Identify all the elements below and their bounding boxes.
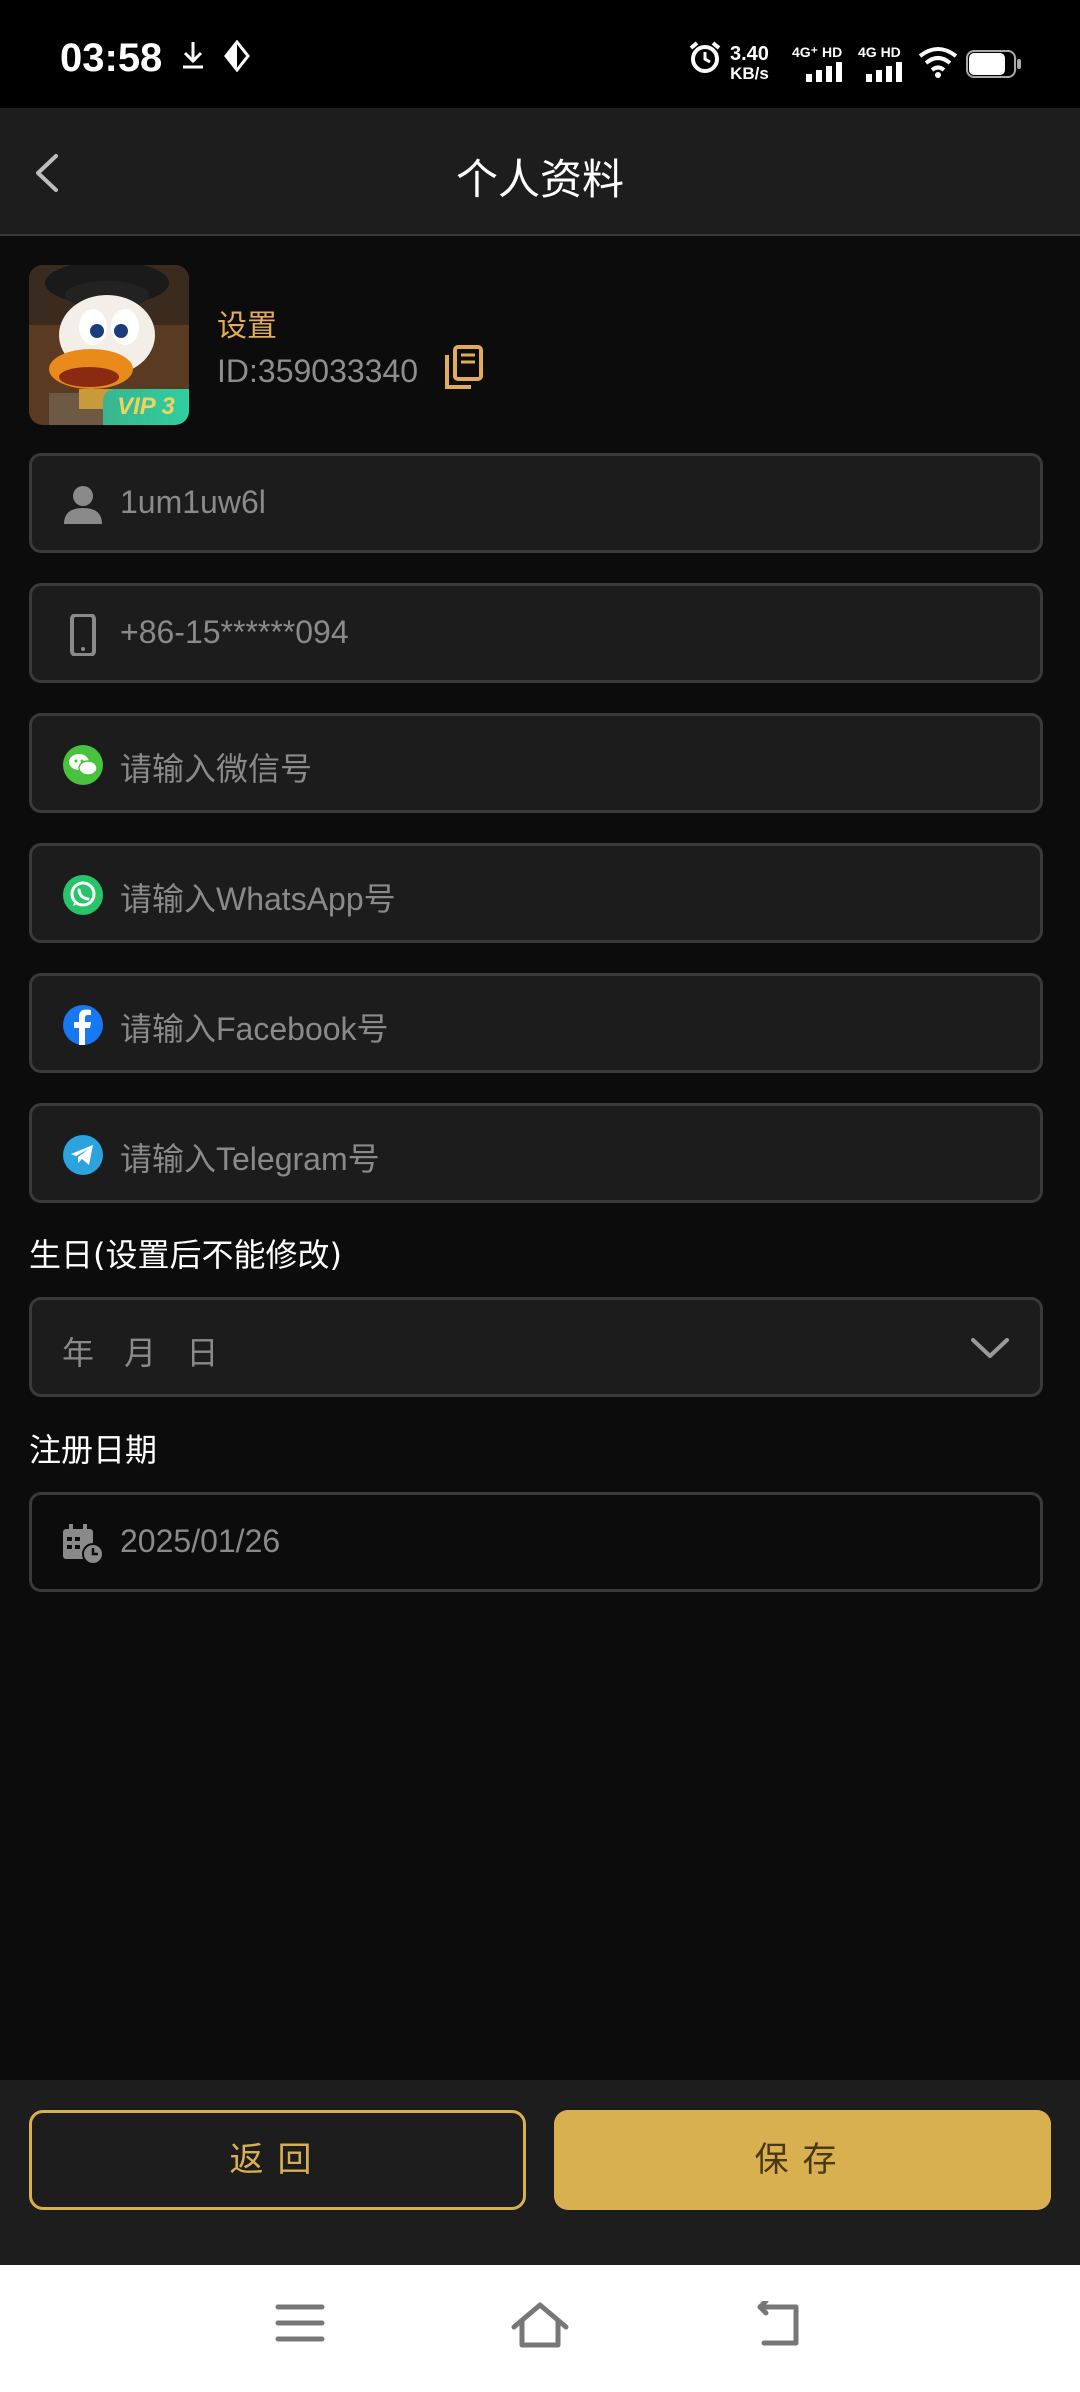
home-icon[interactable] — [510, 2301, 570, 2349]
facebook-input: 请输入Facebook号 — [120, 1011, 389, 1047]
birthday-select[interactable]: 年 月 日 — [29, 1297, 1043, 1397]
register-date-field: 2025/01/26 — [29, 1492, 1043, 1592]
wechat-input: 请输入微信号 — [120, 751, 313, 787]
page-title: 个人资料 — [455, 155, 624, 204]
back-button[interactable]: 返回 — [29, 2110, 526, 2210]
avatar[interactable]: VIP 3 — [29, 265, 189, 425]
signal-icon-2 — [866, 62, 902, 82]
phone-value: +86-15******094 — [120, 614, 349, 650]
profile-summary: VIP 3 设置 ID:359033340 — [29, 265, 1029, 425]
phone-icon — [70, 614, 96, 656]
whatsapp-icon — [63, 875, 103, 915]
nickname[interactable]: 设置 — [217, 301, 277, 345]
facebook-icon — [63, 1005, 103, 1045]
status-bar: 03:58 3.40 KB/s 4G⁺ HD 4G HD — [0, 0, 1080, 108]
register-label: 注册日期 — [29, 1431, 158, 1469]
copy-icon[interactable] — [443, 345, 485, 391]
chevron-down-icon — [971, 1338, 1009, 1358]
network-label-1: 4G⁺ HD — [792, 44, 843, 60]
calendar-icon — [63, 1524, 104, 1565]
status-time: 03:58 — [60, 36, 163, 80]
network-speed: 3.40 KB/s — [730, 43, 769, 83]
battery-icon — [966, 50, 1021, 78]
telegram-input: 请输入Telegram号 — [120, 1141, 380, 1177]
wechat-field[interactable]: 请输入微信号 — [29, 713, 1043, 813]
phone-field[interactable]: +86-15******094 — [29, 583, 1043, 683]
save-button[interactable]: 保存 — [554, 2110, 1051, 2210]
username-field[interactable]: 1um1uw6l — [29, 453, 1043, 553]
back-nav-icon[interactable] — [754, 2301, 806, 2349]
diamond-icon — [224, 40, 250, 72]
user-icon — [64, 486, 102, 524]
whatsapp-field[interactable]: 请输入WhatsApp号 — [29, 843, 1043, 943]
user-id: ID:359033340 — [217, 353, 419, 389]
app-header: 个人资料 — [0, 108, 1080, 236]
wechat-icon — [63, 745, 103, 785]
birthday-placeholder: 年 月 日 — [62, 1334, 229, 1372]
menu-icon[interactable] — [274, 2301, 326, 2345]
birthday-label: 生日(设置后不能修改) — [29, 1236, 342, 1274]
signal-icon-1 — [806, 62, 842, 82]
wifi-icon — [918, 47, 958, 78]
download-icon — [183, 42, 203, 69]
register-date-value: 2025/01/26 — [120, 1523, 281, 1559]
telegram-icon — [63, 1135, 103, 1175]
vip-badge: VIP 3 — [103, 389, 189, 425]
username-value: 1um1uw6l — [120, 484, 266, 520]
network-label-2: 4G HD — [858, 44, 901, 60]
footer-actions: 返回 保存 — [0, 2080, 1080, 2265]
telegram-field[interactable]: 请输入Telegram号 — [29, 1103, 1043, 1203]
system-nav-bar — [0, 2265, 1080, 2392]
alarm-icon — [689, 41, 721, 73]
whatsapp-input: 请输入WhatsApp号 — [120, 881, 396, 917]
facebook-field[interactable]: 请输入Facebook号 — [29, 973, 1043, 1073]
